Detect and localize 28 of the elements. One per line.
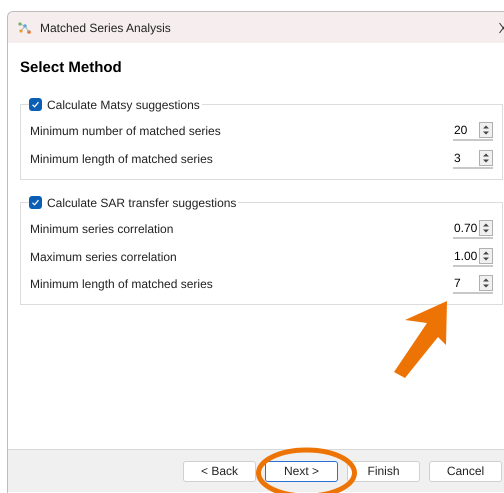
dialog-button[interactable]: Next > bbox=[265, 460, 338, 482]
checkmark-icon bbox=[31, 198, 40, 207]
field-label: Minimum length of matched series bbox=[30, 150, 213, 168]
checkbox-label[interactable]: Calculate SAR transfer suggestions bbox=[47, 194, 236, 212]
page-heading: Select Method bbox=[20, 58, 123, 78]
window-title: Matched Series Analysis bbox=[40, 20, 171, 36]
field-label: Minimum length of matched series bbox=[30, 276, 213, 294]
spinner-arrows-icon[interactable] bbox=[479, 122, 493, 138]
spinner-arrows-icon[interactable] bbox=[479, 150, 493, 166]
field-label: Minimum number of matched series bbox=[30, 123, 221, 140]
spinner-arrows-icon[interactable] bbox=[479, 248, 493, 264]
field-label: Minimum series correlation bbox=[30, 221, 174, 238]
number-spinbox[interactable]: 0.70 bbox=[453, 219, 493, 240]
dialog-button[interactable]: Finish bbox=[347, 460, 420, 482]
checkbox[interactable] bbox=[29, 98, 42, 111]
checkmark-icon bbox=[31, 100, 40, 109]
app-logo-icon bbox=[17, 20, 33, 34]
number-spinbox[interactable]: 20 bbox=[453, 121, 493, 142]
spinner-arrows-icon[interactable] bbox=[479, 275, 493, 292]
number-spinbox[interactable]: 1.00 bbox=[453, 246, 493, 267]
dialog-button[interactable]: < Back bbox=[183, 460, 256, 482]
spinner-arrows-icon[interactable] bbox=[479, 220, 493, 236]
number-spinbox[interactable]: 3 bbox=[453, 148, 493, 169]
checkbox[interactable] bbox=[29, 196, 42, 209]
checkbox-label[interactable]: Calculate Matsy suggestions bbox=[47, 96, 200, 114]
number-spinbox[interactable]: 7 bbox=[453, 274, 493, 294]
field-label: Maximum series correlation bbox=[30, 248, 177, 266]
dialog-button[interactable]: Cancel bbox=[429, 460, 502, 482]
